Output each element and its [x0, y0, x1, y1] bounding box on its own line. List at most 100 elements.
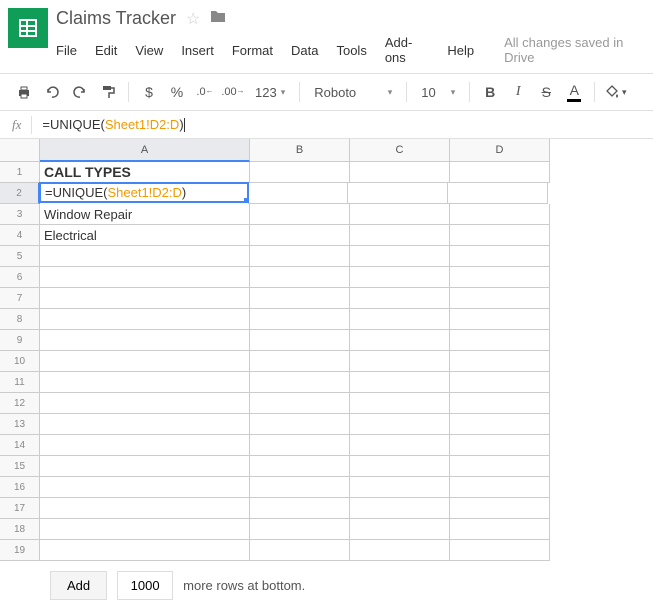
cell-C16[interactable]: [350, 477, 450, 498]
cell-C11[interactable]: [350, 372, 450, 393]
cell-B3[interactable]: [250, 204, 350, 225]
bold-button[interactable]: B: [478, 80, 502, 104]
cell-C1[interactable]: [350, 162, 450, 183]
cell-A5[interactable]: [40, 246, 250, 267]
cell-B17[interactable]: [250, 498, 350, 519]
folder-icon[interactable]: [210, 9, 226, 28]
cell-B9[interactable]: [250, 330, 350, 351]
select-all-corner[interactable]: [0, 139, 40, 162]
font-size-select[interactable]: 10▾: [415, 85, 461, 100]
cell-B7[interactable]: [250, 288, 350, 309]
col-header-C[interactable]: C: [350, 139, 450, 162]
cell-C18[interactable]: [350, 519, 450, 540]
cell-B2[interactable]: [248, 183, 348, 204]
col-header-D[interactable]: D: [450, 139, 550, 162]
cell-D11[interactable]: [450, 372, 550, 393]
cell-A8[interactable]: [40, 309, 250, 330]
cell-D19[interactable]: [450, 540, 550, 561]
cell-D14[interactable]: [450, 435, 550, 456]
cell-A7[interactable]: [40, 288, 250, 309]
cell-A16[interactable]: [40, 477, 250, 498]
cell-C5[interactable]: [350, 246, 450, 267]
cell-C14[interactable]: [350, 435, 450, 456]
cell-B13[interactable]: [250, 414, 350, 435]
cell-C13[interactable]: [350, 414, 450, 435]
cell-A11[interactable]: [40, 372, 250, 393]
cell-D18[interactable]: [450, 519, 550, 540]
menu-addons[interactable]: Add-ons: [385, 35, 430, 65]
cell-B10[interactable]: [250, 351, 350, 372]
row-header[interactable]: 9: [0, 330, 40, 351]
cell-C7[interactable]: [350, 288, 450, 309]
row-header[interactable]: 7: [0, 288, 40, 309]
italic-button[interactable]: I: [506, 80, 530, 104]
cell-D12[interactable]: [450, 393, 550, 414]
cell-D3[interactable]: [450, 204, 550, 225]
increase-decimal-button[interactable]: .00→: [221, 80, 245, 104]
row-header[interactable]: 16: [0, 477, 40, 498]
cell-A1[interactable]: CALL TYPES: [40, 162, 250, 183]
cell-D7[interactable]: [450, 288, 550, 309]
decrease-decimal-button[interactable]: .0←: [193, 80, 217, 104]
row-header[interactable]: 13: [0, 414, 40, 435]
undo-button[interactable]: [40, 80, 64, 104]
menu-insert[interactable]: Insert: [181, 43, 214, 58]
row-header[interactable]: 1: [0, 162, 40, 183]
cell-C6[interactable]: [350, 267, 450, 288]
menu-file[interactable]: File: [56, 43, 77, 58]
row-header[interactable]: 4: [0, 225, 40, 246]
cell-B8[interactable]: [250, 309, 350, 330]
row-header[interactable]: 5: [0, 246, 40, 267]
cell-D15[interactable]: [450, 456, 550, 477]
row-header[interactable]: 3: [0, 204, 40, 225]
cell-B19[interactable]: [250, 540, 350, 561]
cell-B12[interactable]: [250, 393, 350, 414]
menu-edit[interactable]: Edit: [95, 43, 117, 58]
row-header[interactable]: 2: [0, 183, 40, 204]
cell-D6[interactable]: [450, 267, 550, 288]
cell-A10[interactable]: [40, 351, 250, 372]
row-header[interactable]: 17: [0, 498, 40, 519]
cell-B1[interactable]: [250, 162, 350, 183]
currency-button[interactable]: $: [137, 80, 161, 104]
cell-C15[interactable]: [350, 456, 450, 477]
row-header[interactable]: 18: [0, 519, 40, 540]
menu-view[interactable]: View: [135, 43, 163, 58]
cell-D8[interactable]: [450, 309, 550, 330]
col-header-A[interactable]: A: [40, 139, 250, 162]
menu-tools[interactable]: Tools: [336, 43, 366, 58]
cell-C10[interactable]: [350, 351, 450, 372]
cell-C8[interactable]: [350, 309, 450, 330]
text-color-button[interactable]: A: [562, 80, 586, 104]
cell-A9[interactable]: [40, 330, 250, 351]
cell-B16[interactable]: [250, 477, 350, 498]
row-header[interactable]: 10: [0, 351, 40, 372]
cell-D4[interactable]: [450, 225, 550, 246]
sheets-logo[interactable]: [8, 8, 48, 48]
cell-B15[interactable]: [250, 456, 350, 477]
cell-D9[interactable]: [450, 330, 550, 351]
cell-A14[interactable]: [40, 435, 250, 456]
cell-C9[interactable]: [350, 330, 450, 351]
col-header-B[interactable]: B: [250, 139, 350, 162]
cell-A2[interactable]: =UNIQUE(Sheet1!D2:D): [39, 182, 249, 203]
row-header[interactable]: 12: [0, 393, 40, 414]
menu-data[interactable]: Data: [291, 43, 318, 58]
cell-A19[interactable]: [40, 540, 250, 561]
row-header[interactable]: 19: [0, 540, 40, 561]
menu-format[interactable]: Format: [232, 43, 273, 58]
cell-C12[interactable]: [350, 393, 450, 414]
percent-button[interactable]: %: [165, 80, 189, 104]
document-title[interactable]: Claims Tracker: [56, 8, 176, 29]
cell-B6[interactable]: [250, 267, 350, 288]
cell-B14[interactable]: [250, 435, 350, 456]
cell-C3[interactable]: [350, 204, 450, 225]
cell-D10[interactable]: [450, 351, 550, 372]
cell-D17[interactable]: [450, 498, 550, 519]
cell-B11[interactable]: [250, 372, 350, 393]
cell-A17[interactable]: [40, 498, 250, 519]
cell-D16[interactable]: [450, 477, 550, 498]
cell-B5[interactable]: [250, 246, 350, 267]
row-header[interactable]: 15: [0, 456, 40, 477]
cell-D5[interactable]: [450, 246, 550, 267]
